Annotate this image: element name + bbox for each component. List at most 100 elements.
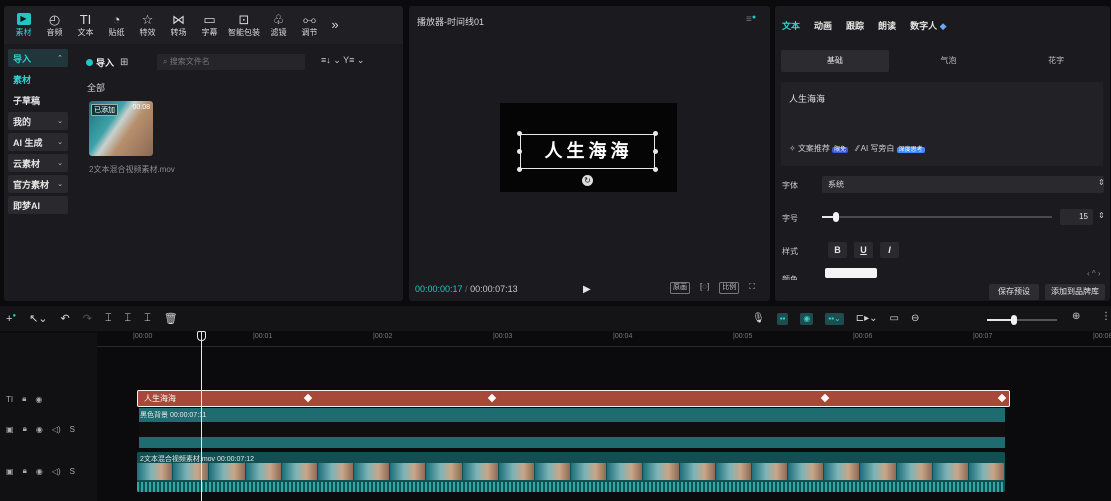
recommend-button[interactable]: ✧ 文案推荐 限免: [789, 143, 849, 154]
tab-read-aloud[interactable]: 朗读: [878, 19, 896, 32]
stepper-icon[interactable]: ⇕: [1098, 178, 1105, 187]
resize-handle[interactable]: [517, 167, 522, 172]
text-clip[interactable]: 人生海海: [137, 390, 1010, 407]
add-track-icon[interactable]: +●: [6, 313, 16, 325]
tab-effects[interactable]: ☆ 特效: [132, 8, 163, 42]
resize-handle[interactable]: [517, 131, 522, 136]
eye-icon[interactable]: ◉: [36, 467, 43, 476]
split-right-icon[interactable]: ⌶: [144, 312, 151, 325]
lock-icon[interactable]: 🔒︎: [23, 466, 27, 476]
video-clip[interactable]: [137, 452, 1005, 492]
tab-caption[interactable]: ▭ 字幕: [194, 8, 225, 42]
add-to-brand-button[interactable]: 添加到品牌库: [1045, 284, 1105, 300]
zoom-slider-knob[interactable]: [1011, 315, 1017, 325]
fullscreen-icon[interactable]: ⛶: [749, 282, 755, 294]
italic-button[interactable]: I: [880, 242, 899, 258]
subtab-fancy[interactable]: 花字: [1002, 50, 1110, 72]
resize-handle[interactable]: [653, 131, 658, 136]
keyframe-diamond[interactable]: [487, 393, 497, 403]
rotate-icon[interactable]: ↻: [582, 175, 593, 186]
background-clip[interactable]: [139, 408, 1005, 448]
tab-transition[interactable]: ⋈ 转场: [163, 8, 194, 42]
stepper-icon[interactable]: ⇕: [1098, 211, 1105, 220]
tab-audio[interactable]: ◴ 音频: [39, 8, 70, 42]
grid-view-icon[interactable]: ⊞: [120, 57, 128, 68]
media-thumbnail[interactable]: 已添加 00:08: [89, 101, 153, 156]
tab-digital-human[interactable]: 数字人 ◆: [910, 19, 946, 32]
zoom-out-icon[interactable]: ⊖: [911, 313, 919, 324]
eye-icon[interactable]: ◉: [35, 395, 42, 404]
lock-icon[interactable]: 🔒︎: [23, 424, 27, 434]
size-slider[interactable]: [822, 216, 1052, 218]
speaker-icon[interactable]: ◁): [52, 467, 61, 476]
original-quality-button[interactable]: 原画: [670, 282, 690, 294]
solo-toggle[interactable]: S: [70, 425, 75, 434]
redo-icon[interactable]: ↷: [83, 312, 92, 325]
tab-text-props[interactable]: 文本: [782, 19, 800, 32]
resize-handle[interactable]: [653, 167, 658, 172]
focus-icon[interactable]: [◌]: [700, 282, 709, 294]
ai-write-button[interactable]: ⁄⁄ AI 写旁白 深度思考: [856, 143, 925, 154]
sidebar-item-subdraft[interactable]: 子草稿: [8, 91, 68, 109]
sort-filter-controls[interactable]: ≡↓ ⌄ Y≡ ⌄: [321, 55, 364, 66]
time-ruler[interactable]: |00:00 |00:01 |00:02 |00:03 |00:04 |00:05 |00:…: [97, 333, 1111, 347]
save-preset-button[interactable]: 保存预设: [989, 284, 1039, 300]
size-input[interactable]: 15: [1060, 209, 1093, 225]
text-content-field[interactable]: 人生海海 ✧ 文案推荐 限免 ⁄⁄ AI 写旁白 深度思考: [781, 82, 1103, 166]
sidebar-item-cloud[interactable]: 云素材 ⌄: [8, 154, 68, 172]
microphone-icon[interactable]: 🎙: [752, 313, 765, 324]
menu-icon[interactable]: ≡●: [746, 14, 756, 25]
ratio-button[interactable]: 比例: [719, 282, 740, 294]
sidebar-item-media[interactable]: 素材: [8, 70, 68, 88]
more-tabs-button[interactable]: »: [325, 8, 345, 42]
keyframe-diamond[interactable]: [303, 393, 313, 403]
playhead[interactable]: [201, 331, 202, 501]
tab-sticker[interactable]: ◔ 贴纸: [101, 8, 132, 42]
play-icon[interactable]: ▶: [583, 284, 591, 295]
magnet-icon[interactable]: ◉: [800, 312, 814, 325]
subtab-basic[interactable]: 基础: [781, 50, 889, 72]
resize-handle[interactable]: [653, 149, 658, 154]
more-icon[interactable]: ⋮: [1101, 311, 1111, 322]
linkage-icon[interactable]: ▪▪⌄: [825, 312, 844, 325]
undo-icon[interactable]: ↶: [61, 312, 70, 325]
text-bounding-box[interactable]: 人生海海: [517, 131, 658, 172]
delete-icon[interactable]: 🗑: [164, 312, 178, 325]
solo-toggle[interactable]: S: [70, 467, 75, 476]
split-icon[interactable]: ⌶: [105, 312, 112, 325]
split-left-icon[interactable]: ⌶: [125, 312, 132, 325]
zoom-in-icon[interactable]: ⊕: [1072, 311, 1080, 322]
collapse-icon[interactable]: ‹ ^ ›: [1087, 269, 1101, 278]
sidebar-item-mine[interactable]: 我的 ⌄: [8, 112, 68, 130]
link-main-track-icon[interactable]: ▪▪: [776, 312, 789, 325]
tab-filter[interactable]: ♧ 滤镜: [263, 8, 294, 42]
resize-handle[interactable]: [517, 149, 522, 154]
tab-text[interactable]: TI 文本: [70, 8, 101, 42]
sidebar-item-import[interactable]: 导入 ⌃: [8, 49, 68, 67]
keyframe-diamond[interactable]: [997, 393, 1007, 403]
preview-canvas[interactable]: 人生海海 ↻: [500, 103, 677, 192]
keyframe-diamond[interactable]: [820, 393, 830, 403]
tab-media[interactable]: ▶ 素材: [8, 8, 39, 42]
tab-tracking[interactable]: 跟踪: [846, 19, 864, 32]
playhead-handle[interactable]: [197, 331, 206, 341]
tab-animation[interactable]: 动画: [814, 19, 832, 32]
tab-smart-pack[interactable]: ⊡ 智能包装: [225, 8, 263, 42]
speaker-icon[interactable]: ◁): [52, 425, 61, 434]
subtab-bubble[interactable]: 气泡: [895, 50, 1003, 72]
font-select[interactable]: 系统: [822, 176, 1104, 193]
size-slider-knob[interactable]: [833, 212, 839, 222]
lock-icon[interactable]: 🔒︎: [22, 394, 26, 404]
sidebar-item-official[interactable]: 官方素材 ⌄: [8, 175, 68, 193]
cover-icon[interactable]: ▭: [890, 313, 899, 324]
underline-button[interactable]: U: [854, 242, 873, 258]
sidebar-item-jimeng[interactable]: 即梦AI: [8, 196, 68, 214]
search-input[interactable]: ⌕ 搜索文件名: [157, 54, 305, 70]
sidebar-item-ai-gen[interactable]: AI 生成 ⌄: [8, 133, 68, 151]
select-tool-icon[interactable]: ↖⌄: [29, 312, 47, 325]
preview-axis-icon[interactable]: ⊏▸⌄: [856, 313, 878, 324]
bold-button[interactable]: B: [828, 242, 847, 258]
tab-adjust[interactable]: ⧟ 调节: [294, 8, 325, 42]
color-swatch[interactable]: [825, 268, 877, 278]
eye-icon[interactable]: ◉: [36, 425, 43, 434]
